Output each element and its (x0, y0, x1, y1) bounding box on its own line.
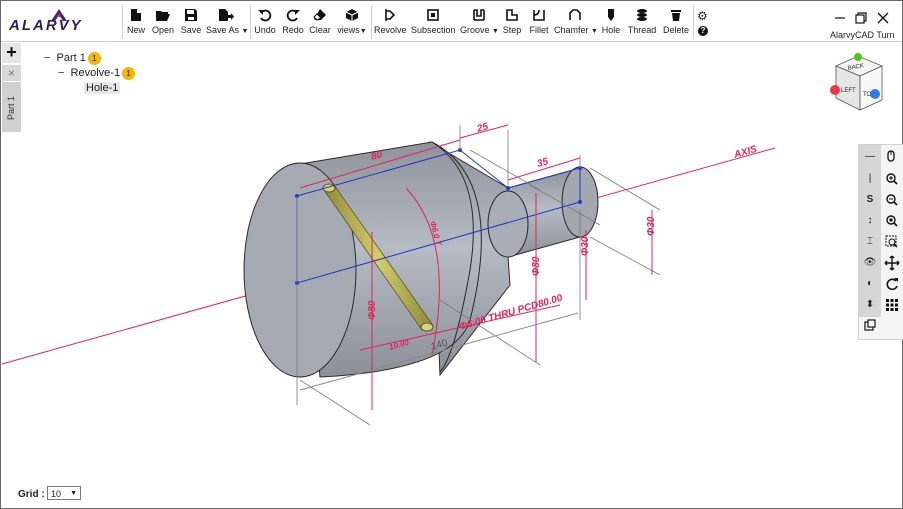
snapshot-icon[interactable] (860, 317, 880, 335)
model-viewport[interactable]: AXIS 80 25 35 Φ80 Φ80 Φ30 Φ30 Φ6.00 THRU… (0, 0, 903, 509)
contrast-icon[interactable]: ◐ (860, 275, 880, 293)
visibility-eye-icon[interactable]: 👁 (860, 254, 880, 272)
flip-icon[interactable]: ⬍ (860, 296, 880, 314)
zoom-fit-icon[interactable] (882, 212, 902, 230)
dim-dia-shaft-end: Φ30 (646, 216, 657, 236)
dim-dia-shaft: Φ30 (580, 236, 591, 256)
view-toolbar: — | S ↕ ⌶ 👁 ◐ ⬍ (858, 144, 903, 340)
pan-icon[interactable] (882, 254, 902, 272)
view-side-button[interactable]: | (860, 170, 880, 188)
view-front-button[interactable]: — (860, 148, 880, 166)
x-axis-marker (830, 85, 840, 95)
axis-label: AXIS (732, 144, 759, 161)
view-cube[interactable]: BACK TOP LEFT (826, 52, 890, 116)
zoom-selection-icon[interactable] (882, 233, 902, 251)
grid-value: 10 (51, 489, 62, 499)
zoom-in-icon[interactable] (882, 170, 902, 188)
view-vertical-button[interactable]: ↕ (860, 212, 880, 230)
cube-left-label: LEFT (841, 88, 856, 94)
z-axis-marker (870, 89, 880, 99)
taper-end-face (487, 190, 529, 258)
y-axis-marker (854, 53, 862, 61)
grid-select[interactable]: 10 ▼ (47, 486, 81, 500)
grid-label: Grid : (18, 489, 45, 500)
hole-bottom-face (420, 322, 434, 332)
rotate-icon[interactable] (882, 275, 902, 293)
view-section-button[interactable]: ⌶ (860, 233, 880, 251)
dim-dia-body: Φ80 (367, 300, 378, 320)
grid-icon[interactable] (882, 296, 902, 314)
zoom-out-icon[interactable] (882, 191, 902, 209)
dim-dia-taper: Φ80 (531, 256, 542, 276)
chevron-down-icon: ▼ (70, 490, 77, 497)
zoom-window-icon[interactable] (882, 148, 902, 166)
view-s-button[interactable]: S (860, 191, 880, 209)
